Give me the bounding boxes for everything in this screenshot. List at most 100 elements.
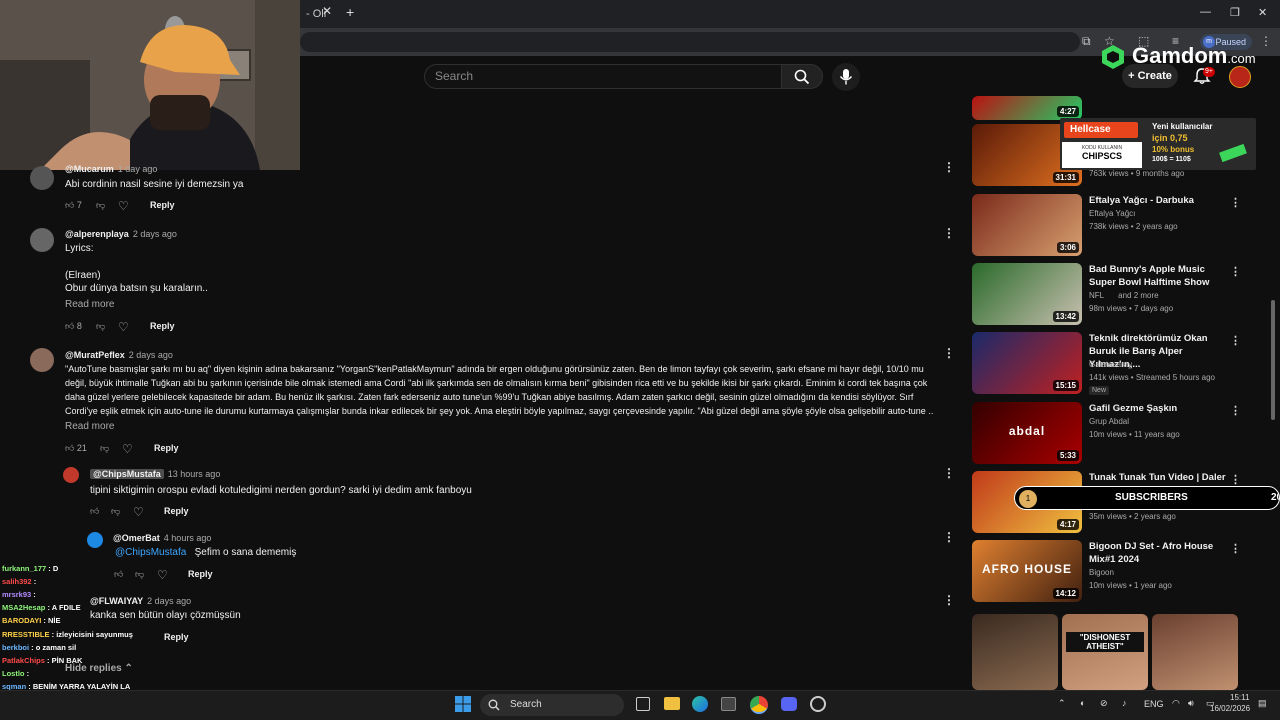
video-menu-icon[interactable]: ⋮ [1230,404,1241,417]
video-thumbnail[interactable]: 4:27 [972,96,1082,120]
comment-author[interactable]: @OmerBat 4 hours ago [113,533,211,543]
language-indicator[interactable]: ENG [1144,699,1164,709]
comment-menu-icon[interactable]: ⋮ [943,466,955,480]
sidebar-scrollbar[interactable] [1271,300,1275,420]
like-button[interactable]: 👍︎ 7 [65,200,82,211]
chat-username[interactable]: salih392 [2,577,32,586]
close-window-icon[interactable]: ✕ [1258,6,1267,19]
chat-username[interactable]: berkboi [2,643,29,652]
chat-username[interactable]: furkann_177 [2,564,46,573]
like-button[interactable]: 👍︎ 8 [65,321,82,332]
comment-author[interactable]: @MuratPeflex 2 days ago [65,350,173,360]
video-menu-icon[interactable]: ⋮ [1230,265,1241,278]
video-thumbnail[interactable]: AFRO HOUSE 14:12 [972,540,1082,602]
video-channel[interactable]: Grup Abdal [1089,417,1129,426]
video-title[interactable]: Gafil Gezme Şaşkın [1089,402,1229,415]
heart-icon[interactable]: ♡ [118,199,129,213]
short-thumbnail[interactable]: "DISHONEST ATHEIST" [1062,614,1148,690]
video-thumbnail[interactable]: 3:06 [972,194,1082,256]
chat-username[interactable]: PatlakChips [2,656,45,665]
tray-chevron-icon[interactable]: ⌃ [1058,698,1066,709]
video-title[interactable]: Bigoon DJ Set - Afro House Mix#1 2024 [1089,540,1229,566]
dislike-icon[interactable]: 👎︎ [96,200,105,211]
reply-button[interactable]: Reply [154,443,179,453]
like-icon[interactable]: 👍︎ [90,506,99,517]
comment-menu-icon[interactable]: ⋮ [943,226,955,240]
comment-menu-icon[interactable]: ⋮ [943,593,955,607]
video-title[interactable]: Eftalya Yağcı - Darbuka [1089,194,1229,207]
comment-author[interactable]: @Mucarum 1 day ago [65,164,157,174]
volume-icon[interactable]: 🔊︎ [1188,698,1194,709]
discord-icon[interactable] [781,697,797,711]
notification-center-icon[interactable]: ▤ [1258,698,1267,709]
short-thumbnail[interactable] [1152,614,1238,690]
video-menu-icon[interactable]: ⋮ [1230,334,1241,347]
voice-search-button[interactable] [832,63,860,91]
read-more-link[interactable]: Read more [65,421,114,432]
video-thumbnail[interactable]: 15:15 [972,332,1082,394]
browser-menu-icon[interactable]: ⋮ [1260,34,1272,48]
dislike-icon[interactable]: 👎︎ [111,506,120,517]
reply-button[interactable]: Reply [150,200,175,210]
like-button[interactable]: 👍︎ 21 [65,443,87,454]
chrome-icon[interactable] [750,696,768,714]
clock-time[interactable]: 15:11 [1230,693,1249,702]
task-view-icon[interactable] [636,697,650,711]
dislike-icon[interactable]: 👎︎ [96,321,105,332]
windows-start-icon[interactable] [455,696,471,712]
tray-network-icon[interactable]: ⊘ [1100,698,1108,709]
minimize-icon[interactable]: — [1200,6,1211,18]
comment-author[interactable]: @ChipsMustafa 13 hours ago [90,469,220,479]
reply-button[interactable]: Reply [150,321,175,331]
video-channel[interactable]: NFL and 2 more [1089,291,1159,300]
video-menu-icon[interactable]: ⋮ [1230,542,1241,555]
chat-username[interactable]: MSA2Hesap [2,603,45,612]
reply-button[interactable]: Reply [188,569,213,579]
tray-mic-icon[interactable]: ♪ [1122,698,1127,708]
avatar[interactable] [30,228,54,252]
clock-date[interactable]: 16/02/2026 [1210,704,1250,713]
avatar[interactable] [30,166,54,190]
reply-button[interactable]: Reply [164,506,189,516]
reply-button[interactable]: Reply [164,632,189,642]
avatar[interactable] [63,467,79,483]
chat-username[interactable]: mrsrk93 [2,590,31,599]
avatar[interactable] [30,348,54,372]
omnibox[interactable] [300,32,1080,52]
edge-icon[interactable] [692,696,708,712]
short-thumbnail[interactable] [972,614,1058,690]
heart-icon[interactable]: ♡ [118,320,129,334]
video-title[interactable]: Bad Bunny's Apple Music Super Bowl Halft… [1089,263,1229,289]
video-thumbnail[interactable]: abdal 5:33 [972,402,1082,464]
video-menu-icon[interactable]: ⋮ [1230,196,1241,209]
taskbar-search[interactable]: Search [480,694,624,716]
app-icon[interactable] [810,696,826,712]
store-icon[interactable] [721,697,736,711]
heart-icon[interactable]: ♡ [133,505,144,519]
video-channel[interactable]: Eftalya Yağcı [1089,209,1135,218]
chat-username[interactable]: Lostlo [2,669,25,678]
video-channel[interactable]: Bigoon [1089,568,1114,577]
read-more-link[interactable]: Read more [65,299,114,310]
mention-link[interactable]: @ChipsMustafa [115,547,186,558]
heart-icon[interactable]: ♡ [122,442,133,456]
dislike-icon[interactable]: 👎︎ [100,443,109,454]
maximize-icon[interactable]: ❐ [1230,6,1240,19]
search-button[interactable] [781,64,823,89]
new-tab-icon[interactable]: + [346,4,354,20]
comment-menu-icon[interactable]: ⋮ [943,346,955,360]
tray-app-icon[interactable]: ◐ [1080,698,1085,708]
chat-username[interactable]: BARODAYI [2,616,41,625]
avatar[interactable] [87,532,103,548]
close-tab-icon[interactable]: ✕ [322,4,332,18]
comment-menu-icon[interactable]: ⋮ [943,530,955,544]
search-input[interactable]: Search [424,64,782,89]
comment-author[interactable]: @alperenplaya 2 days ago [65,229,177,239]
file-explorer-icon[interactable] [664,697,680,710]
video-menu-icon[interactable]: ⋮ [1230,473,1241,486]
video-channel[interactable]: Galatasaray [1089,360,1132,369]
wifi-icon[interactable]: ◠ [1172,698,1180,709]
install-app-icon[interactable]: ⧉ [1082,34,1091,49]
chat-username[interactable]: RRESSTIBLE [2,630,50,639]
comment-menu-icon[interactable]: ⋮ [943,160,955,174]
